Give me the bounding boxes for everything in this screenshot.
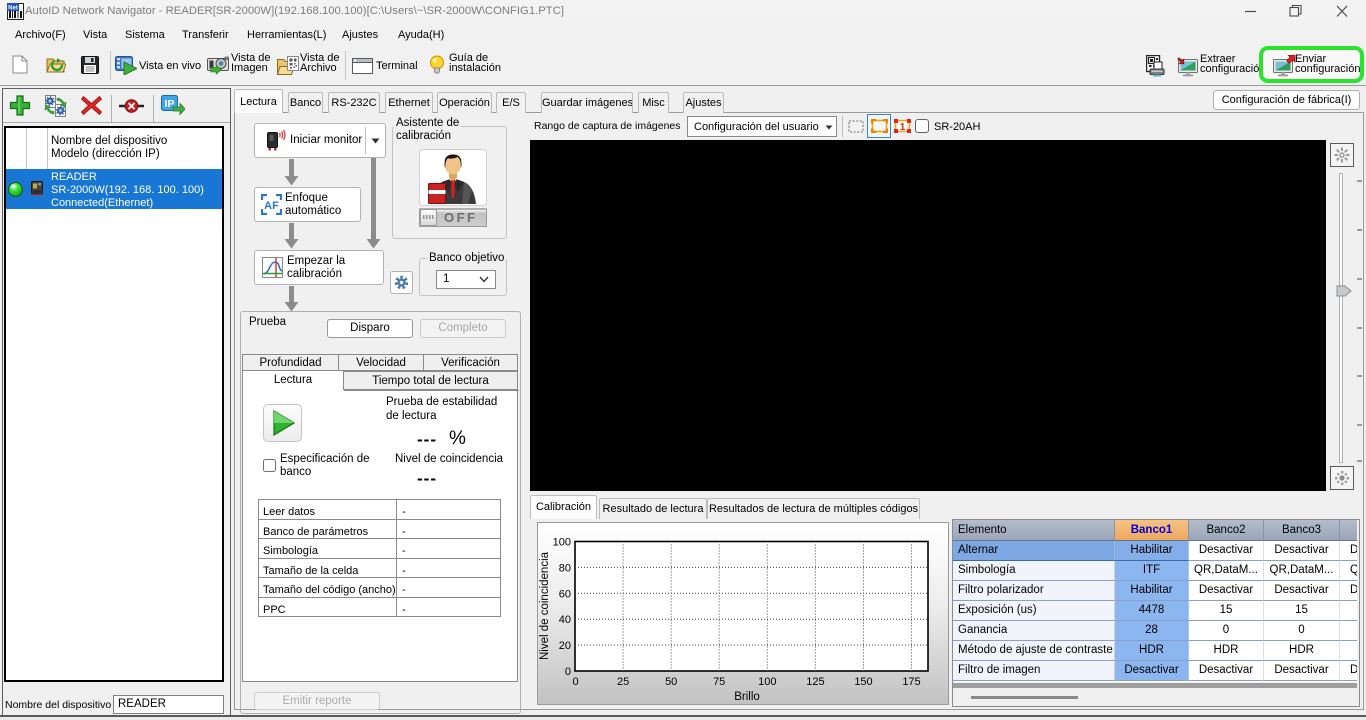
- svg-text:150: 150: [854, 676, 872, 688]
- svg-text:Nivel de coincidencia: Nivel de coincidencia: [539, 551, 551, 660]
- svg-text:80: 80: [559, 562, 571, 574]
- svg-text:175: 175: [902, 676, 920, 688]
- svg-text:75: 75: [713, 676, 725, 688]
- svg-text:125: 125: [806, 676, 824, 688]
- svg-text:1: 1: [900, 122, 906, 133]
- svg-text:0: 0: [565, 666, 571, 678]
- svg-text:50: 50: [665, 676, 677, 688]
- svg-text:100: 100: [553, 537, 571, 549]
- svg-text:60: 60: [559, 588, 571, 600]
- svg-text:20: 20: [559, 640, 571, 652]
- svg-text:40: 40: [559, 614, 571, 626]
- svg-text:Net: Net: [8, 6, 18, 12]
- svg-text:AF: AF: [264, 200, 279, 212]
- svg-text:Brillo: Brillo: [734, 691, 760, 703]
- svg-text:0: 0: [572, 676, 578, 688]
- svg-text:25: 25: [617, 676, 629, 688]
- svg-text:100: 100: [758, 676, 776, 688]
